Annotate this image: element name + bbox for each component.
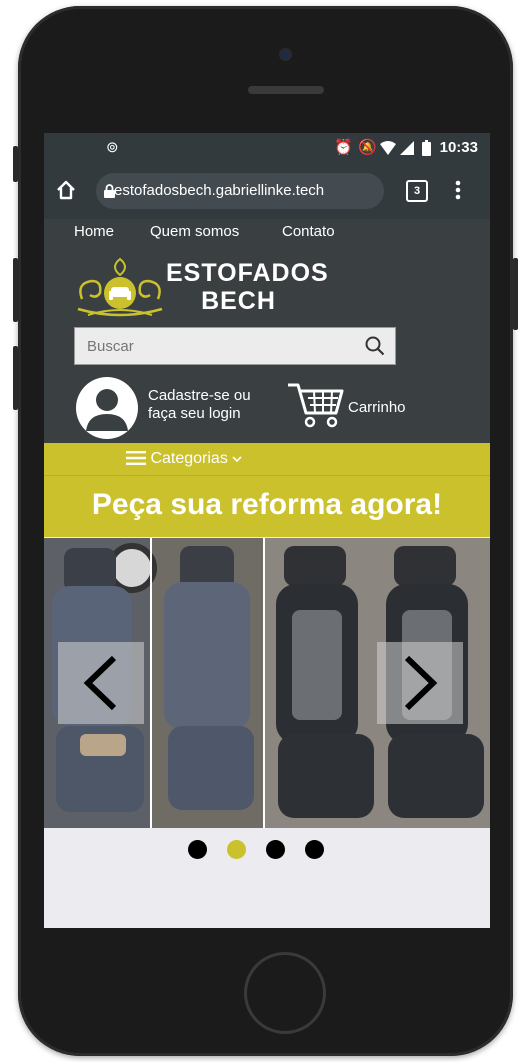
notification-icon: ⊚ <box>106 139 119 156</box>
carousel-prev-button[interactable] <box>58 642 144 724</box>
carousel-dot-3[interactable] <box>266 840 285 859</box>
nav-home[interactable]: Home <box>74 223 114 240</box>
battery-icon <box>422 140 431 156</box>
carousel-dot-4[interactable] <box>305 840 324 859</box>
url-text: estofadosbech.gabriellinke.tech <box>114 182 325 199</box>
login-line-1: Cadastre-se ou <box>148 387 251 404</box>
wifi-icon <box>380 141 396 155</box>
nav-quem-somos[interactable]: Quem somos <box>150 223 239 240</box>
nav-contato[interactable]: Contato <box>282 223 335 240</box>
cart-link[interactable]: Carrinho <box>348 399 406 416</box>
signal-icon <box>400 141 414 155</box>
brand-logo-text[interactable]: ESTOFADOS BECH <box>166 259 329 315</box>
earpiece-speaker <box>248 86 324 94</box>
image-carousel[interactable] <box>44 538 490 828</box>
chevron-left-icon <box>83 655 117 711</box>
mute-icon: 🔕 <box>358 139 377 156</box>
search-input[interactable] <box>85 334 349 358</box>
tab-switcher-button[interactable]: 3 <box>406 180 428 202</box>
carousel-dot-2-active[interactable] <box>227 840 246 859</box>
login-line-2: faça seu login <box>148 405 241 422</box>
categories-label: Categorias <box>150 450 228 467</box>
silent-switch <box>13 146 18 182</box>
search-icon[interactable] <box>365 336 385 356</box>
volume-down-button <box>13 346 18 410</box>
screen: ⊚ ⏰ 🔕 10:33 estofadosbech.gabriellinke.t… <box>44 133 490 928</box>
brand-line-1: ESTOFADOS <box>166 259 329 287</box>
logo-emblem[interactable] <box>74 255 166 321</box>
carousel-next-button[interactable] <box>377 642 463 724</box>
chevron-down-icon <box>232 456 242 463</box>
home-icon[interactable] <box>55 179 77 201</box>
categories-bar: Categorias <box>44 443 490 476</box>
brand-line-2: BECH <box>201 287 276 315</box>
user-avatar-icon[interactable] <box>76 377 138 439</box>
carousel-indicators <box>44 828 490 928</box>
chevron-right-icon <box>404 655 438 711</box>
status-bar: ⊚ ⏰ 🔕 10:33 <box>44 133 490 163</box>
address-bar[interactable]: estofadosbech.gabriellinke.tech <box>96 173 384 209</box>
login-link[interactable]: Cadastre-se ou faça seu login <box>148 387 251 423</box>
site-header: Home Quem somos Contato ESTOFADOS BECH B… <box>44 219 490 443</box>
volume-up-button <box>13 258 18 322</box>
front-camera <box>281 50 290 59</box>
power-button <box>513 258 518 330</box>
status-time: 10:33 <box>439 139 478 156</box>
menu-dots-icon[interactable] <box>455 179 461 201</box>
categories-dropdown[interactable]: Categorias <box>126 450 242 468</box>
cart-icon[interactable] <box>286 381 344 429</box>
home-button[interactable] <box>244 952 326 1034</box>
hamburger-icon <box>126 451 146 465</box>
browser-toolbar: estofadosbech.gabriellinke.tech 3 <box>44 163 490 219</box>
carousel-dot-1[interactable] <box>188 840 207 859</box>
alarm-icon: ⏰ <box>334 139 353 156</box>
promo-banner[interactable]: Peça sua reforma agora! <box>44 476 490 537</box>
search-box <box>74 327 396 365</box>
promo-text: Peça sua reforma agora! <box>91 488 443 521</box>
